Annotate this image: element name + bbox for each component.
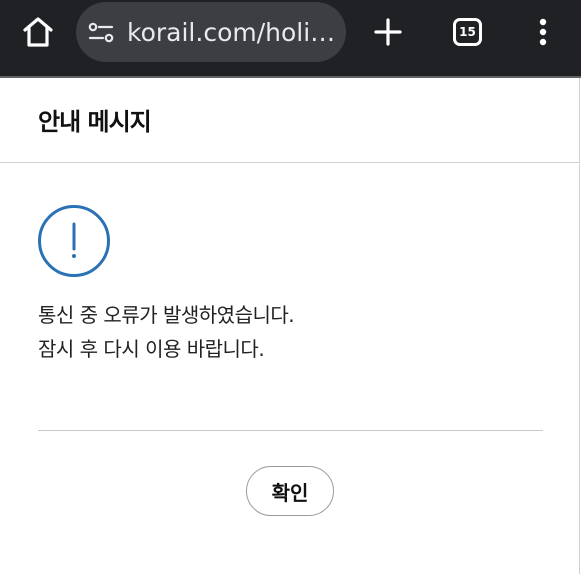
browser-toolbar: korail.com/holiday/ 15 — [0, 0, 581, 76]
new-tab-button[interactable] — [372, 14, 404, 50]
url-text[interactable]: korail.com/holiday/ — [127, 16, 341, 50]
message-line-1: 통신 중 오류가 발생하였습니다. — [38, 303, 295, 327]
dialog-title: 안내 메시지 — [38, 108, 152, 136]
plus-icon — [374, 18, 402, 46]
error-message: 통신 중 오류가 발생하였습니다. 잠시 후 다시 이용 바랍니다. — [38, 298, 295, 366]
message-line-2: 잠시 후 다시 이용 바랍니다. — [38, 337, 265, 361]
home-icon — [23, 17, 53, 47]
dialog-body: 통신 중 오류가 발생하였습니다. 잠시 후 다시 이용 바랍니다. 확인 — [0, 164, 580, 574]
address-bar[interactable]: korail.com/holiday/ — [76, 2, 346, 62]
more-menu-button[interactable] — [531, 14, 555, 50]
tab-switcher-icon[interactable]: 15 — [453, 18, 482, 46]
home-button[interactable] — [20, 14, 56, 50]
site-settings-icon[interactable] — [88, 22, 114, 44]
tab-count: 15 — [459, 25, 476, 39]
content-divider — [38, 430, 543, 431]
confirm-button[interactable]: 확인 — [246, 466, 334, 516]
exclamation-circle-icon — [38, 205, 110, 277]
dialog-header: 안내 메시지 — [0, 78, 580, 163]
more-vert-icon — [539, 18, 547, 46]
